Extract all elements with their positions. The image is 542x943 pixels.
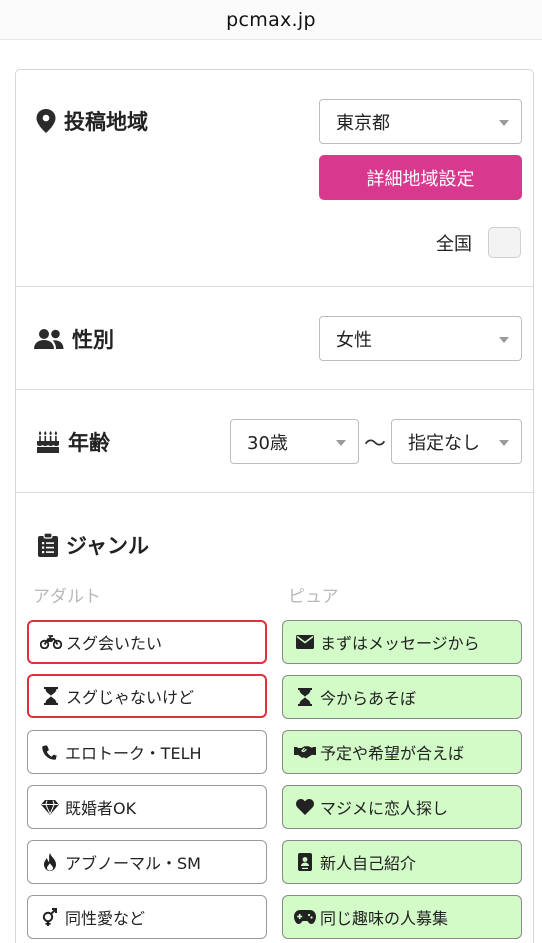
- genre-label: アブノーマル・SM: [65, 854, 201, 873]
- age-range-separator: 〜: [364, 432, 387, 457]
- age-to-value: 指定なし: [408, 432, 480, 454]
- search-form-card: 投稿地域 東京都 詳細地域設定 全国 性別 女性 年齢 30歳 〜 指定なし ジ…: [15, 69, 534, 943]
- address-bar[interactable]: pcmax.jp: [0, 0, 542, 40]
- envelope-icon: [294, 635, 316, 649]
- gender-icon: [39, 908, 61, 926]
- gamepad-icon: [294, 910, 316, 924]
- gender-select[interactable]: 女性: [319, 316, 522, 361]
- diamond-icon: [39, 799, 61, 815]
- genre-adult-not-soon[interactable]: スグじゃないけど: [27, 674, 267, 718]
- phone-icon: [39, 744, 61, 760]
- birthday-cake-icon: [36, 431, 60, 453]
- fire-icon: [39, 853, 61, 871]
- divider: [16, 286, 533, 287]
- age-from-select[interactable]: 30歳: [230, 419, 359, 464]
- genre-label: スグ会いたい: [66, 634, 163, 653]
- gender-select-value: 女性: [336, 329, 372, 351]
- chevron-down-icon: [336, 439, 346, 446]
- nationwide-checkbox[interactable]: [488, 227, 521, 258]
- users-icon: [34, 328, 64, 350]
- nationwide-label: 全国: [436, 234, 472, 255]
- genre-label: 新人自己紹介: [320, 854, 417, 873]
- genre-label: 同じ趣味の人募集: [320, 909, 449, 928]
- genre-adult-soon[interactable]: スグ会いたい: [27, 620, 267, 664]
- hourglass-icon: [40, 687, 62, 705]
- age-from-value: 30歳: [247, 432, 288, 454]
- genre-pure-message-first[interactable]: まずはメッセージから: [282, 620, 522, 664]
- region-title-text: 投稿地域: [64, 110, 148, 134]
- region-select[interactable]: 東京都: [319, 99, 522, 144]
- pure-column-label: ピュア: [288, 587, 339, 607]
- genre-pure-if-match[interactable]: 予定や希望が合えば: [282, 730, 522, 774]
- genre-label: スグじゃないけど: [66, 688, 195, 707]
- handshake-icon: [294, 745, 316, 759]
- detail-region-button-label: 詳細地域設定: [366, 168, 475, 190]
- gender-title-text: 性別: [72, 328, 114, 352]
- genre-label: 既婚者OK: [65, 799, 137, 818]
- genre-pure-serious-partner[interactable]: マジメに恋人探し: [282, 785, 522, 829]
- genre-label: マジメに恋人探し: [320, 799, 449, 818]
- gender-section-title: 性別: [34, 324, 114, 354]
- genre-pure-play-now[interactable]: 今からあそぼ: [282, 675, 522, 719]
- genre-adult-married-ok[interactable]: 既婚者OK: [27, 785, 267, 829]
- chevron-down-icon: [499, 439, 509, 446]
- genre-title-text: ジャンル: [66, 534, 149, 558]
- genre-adult-ero-talk[interactable]: エロトーク・TELH: [27, 730, 267, 774]
- chevron-down-icon: [499, 336, 509, 343]
- divider: [16, 389, 533, 390]
- genre-label: 予定や希望が合えば: [320, 744, 465, 763]
- hourglass-icon: [294, 688, 316, 706]
- age-to-select[interactable]: 指定なし: [391, 419, 522, 464]
- genre-label: 今からあそぼ: [320, 689, 417, 708]
- map-marker-icon: [36, 109, 56, 133]
- region-select-value: 東京都: [336, 112, 390, 134]
- age-section-title: 年齢: [36, 427, 110, 457]
- genre-pure-self-intro[interactable]: 新人自己紹介: [282, 840, 522, 884]
- heart-icon: [294, 799, 316, 815]
- region-section-title: 投稿地域: [36, 106, 148, 136]
- genre-section-title: ジャンル: [38, 530, 149, 560]
- genre-label: エロトーク・TELH: [65, 744, 202, 763]
- genre-label: 同性愛など: [65, 909, 146, 928]
- id-card-icon: [294, 853, 316, 871]
- divider: [16, 492, 533, 493]
- url-text: pcmax.jp: [226, 8, 316, 31]
- genre-label: まずはメッセージから: [320, 634, 480, 653]
- detail-region-button[interactable]: 詳細地域設定: [319, 155, 522, 200]
- chevron-down-icon: [499, 119, 509, 126]
- clipboard-icon: [38, 533, 58, 557]
- age-title-text: 年齢: [68, 431, 110, 455]
- adult-column-label: アダルト: [33, 587, 101, 607]
- genre-pure-same-hobby[interactable]: 同じ趣味の人募集: [282, 895, 522, 939]
- motorcycle-icon: [40, 635, 62, 649]
- genre-adult-abnormal-sm[interactable]: アブノーマル・SM: [27, 840, 267, 884]
- genre-adult-same-sex[interactable]: 同性愛など: [27, 895, 267, 939]
